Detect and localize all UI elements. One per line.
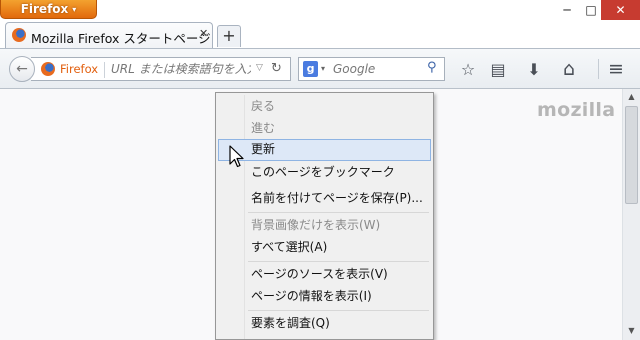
menu-item-reload[interactable]: 更新 — [218, 139, 431, 161]
url-history-dropdown-icon[interactable]: ▽ — [256, 63, 263, 73]
menu-separator — [248, 212, 429, 213]
menu-item-bookmark-page[interactable]: このページをブックマーク — [218, 162, 431, 184]
search-icon[interactable]: ⚲ — [427, 60, 437, 75]
close-tab-icon[interactable]: ✕ — [199, 27, 208, 40]
google-engine-icon[interactable]: g — [303, 61, 318, 77]
navigation-toolbar: Firefox ▽ ↻ ← g ▾ ⚲ ☆ ▤ ⬇ ⌂ ≡ — [0, 48, 640, 89]
identity-label[interactable]: Firefox — [60, 62, 98, 76]
new-tab-button[interactable]: + — [217, 25, 241, 47]
home-button[interactable]: ⌂ — [557, 57, 581, 81]
scroll-down-icon[interactable]: ▼ — [623, 323, 640, 339]
star-icon: ☆ — [460, 59, 476, 79]
home-icon: ⌂ — [562, 58, 576, 80]
tab-start-page[interactable]: Mozilla Firefox スタートページ ✕ — [5, 22, 213, 48]
firefox-app-menu-button[interactable]: Firefox ▾ — [0, 0, 97, 19]
bookmarks-list-icon: ▤ — [490, 59, 506, 79]
engine-dropdown-icon[interactable]: ▾ — [321, 64, 325, 73]
context-menu: 戻る 進む 更新 このページをブックマーク 名前を付けてページを保存(P)...… — [215, 92, 434, 340]
reload-icon[interactable]: ↻ — [271, 61, 282, 76]
menu-item-inspect-element[interactable]: 要素を調査(Q) — [218, 313, 431, 335]
search-bar[interactable]: g ▾ ⚲ — [298, 57, 445, 81]
url-bar[interactable]: Firefox ▽ ↻ — [31, 57, 291, 81]
bookmarks-menu-button[interactable]: ▤ — [486, 57, 510, 81]
download-arrow-icon: ⬇ — [527, 59, 541, 79]
back-button[interactable]: ← — [9, 56, 35, 82]
search-input[interactable] — [333, 60, 423, 78]
firefox-identity-icon[interactable] — [41, 62, 55, 76]
menu-item-view-source[interactable]: ページのソースを表示(V) — [218, 264, 431, 286]
downloads-button[interactable]: ⬇ — [522, 57, 546, 81]
menu-item-forward[interactable]: 進む — [218, 118, 431, 140]
vertical-scrollbar[interactable]: ▲ ▼ — [622, 89, 640, 340]
url-separator — [104, 62, 105, 78]
open-menu-button[interactable]: ≡ — [604, 57, 628, 81]
toolbar-separator — [598, 59, 599, 79]
tab-title: Mozilla Firefox スタートページ — [31, 31, 211, 46]
menu-separator — [248, 310, 429, 311]
menu-item-select-all[interactable]: すべて選択(A) — [218, 237, 431, 259]
menu-item-back[interactable]: 戻る — [218, 96, 431, 118]
back-arrow-icon: ← — [16, 61, 28, 77]
menu-item-page-info[interactable]: ページの情報を表示(I) — [218, 286, 431, 308]
menu-item-view-background[interactable]: 背景画像だけを表示(W) — [218, 215, 431, 237]
firefox-icon — [12, 28, 26, 42]
title-bar: Firefox ▾ ─ □ ✕ — [0, 0, 640, 21]
scroll-up-icon[interactable]: ▲ — [623, 89, 640, 105]
url-input[interactable] — [111, 60, 251, 78]
maximize-button[interactable]: □ — [581, 0, 601, 20]
chevron-down-icon: ▾ — [72, 4, 77, 14]
mouse-pointer-icon — [229, 145, 244, 168]
hamburger-menu-icon: ≡ — [608, 58, 624, 80]
minimize-button[interactable]: ─ — [553, 0, 581, 20]
close-window-button[interactable]: ✕ — [601, 0, 640, 20]
menu-item-save-page[interactable]: 名前を付けてページを保存(P)... — [218, 188, 431, 210]
tab-strip: Mozilla Firefox スタートページ ✕ + — [0, 21, 640, 48]
bookmark-star-button[interactable]: ☆ — [456, 57, 480, 81]
scroll-thumb[interactable] — [625, 106, 638, 204]
menu-separator — [248, 261, 429, 262]
app-menu-label: Firefox — [20, 2, 69, 16]
mozilla-wordmark: mozilla — [537, 99, 616, 121]
